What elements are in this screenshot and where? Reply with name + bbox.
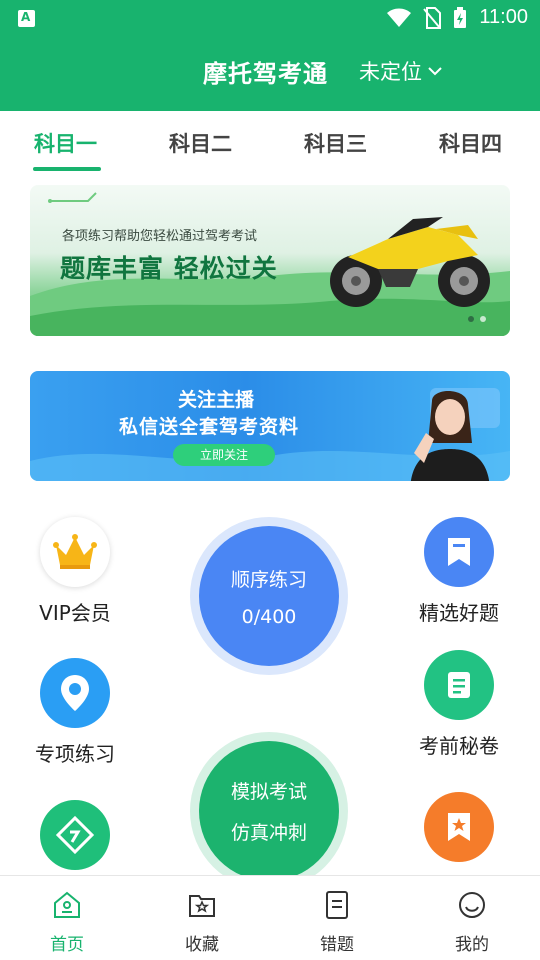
nav-favorites[interactable]: 收藏 bbox=[162, 890, 242, 955]
secret-paper-feature[interactable]: 考前秘卷 bbox=[384, 650, 534, 759]
mock-exam-subtitle: 仿真冲刺 bbox=[230, 822, 307, 844]
mock-exam-title: 模拟考试 bbox=[230, 781, 307, 803]
banner-line-1: 关注主播 bbox=[178, 389, 255, 411]
banner-subtitle: 各项练习帮助您轻松通过驾考考试 bbox=[62, 229, 258, 244]
mock-exam-button[interactable]: 模拟考试 仿真冲刺 bbox=[199, 741, 339, 881]
tab-subject-4[interactable]: 科目四 bbox=[439, 128, 502, 158]
crown-icon bbox=[40, 517, 110, 587]
decorative-line bbox=[48, 192, 97, 203]
app-header: 11:00 摩托驾考通 未定位 bbox=[0, 0, 540, 111]
location-selector[interactable]: 未定位 bbox=[359, 56, 442, 86]
nav-wrong-questions[interactable]: 错题 bbox=[297, 890, 377, 955]
nav-favorites-label: 收藏 bbox=[185, 935, 219, 955]
follow-button[interactable]: 立即关注 bbox=[173, 444, 275, 466]
sequential-practice-ring: 顺序练习 0/400 bbox=[190, 517, 348, 675]
status-bar: 11:00 bbox=[0, 0, 540, 36]
follow-streamer-banner[interactable]: 关注主播 私信送全套驾考资料 立即关注 bbox=[30, 371, 510, 481]
location-pin-icon bbox=[40, 658, 110, 728]
star-bookmark-icon bbox=[424, 792, 494, 862]
tab-subject-2[interactable]: 科目二 bbox=[169, 128, 232, 158]
bookmark-icon bbox=[424, 517, 494, 587]
road-sign-feature[interactable] bbox=[0, 800, 150, 870]
nav-wrong-label: 错题 bbox=[320, 935, 354, 955]
mock-exam-ring: 模拟考试 仿真冲刺 bbox=[190, 732, 348, 890]
page-title: 摩托驾考通 bbox=[203, 60, 328, 88]
selected-questions-label: 精选好题 bbox=[419, 601, 499, 625]
road-sign-icon bbox=[40, 800, 110, 870]
location-label: 未定位 bbox=[359, 60, 422, 84]
subject-tabs: 科目一 科目二 科目三 科目四 bbox=[0, 111, 540, 176]
nav-profile-label: 我的 bbox=[455, 935, 489, 955]
battery-icon bbox=[454, 6, 467, 28]
vip-label: VIP会员 bbox=[39, 601, 111, 625]
bottom-navigation: 首页 收藏 错题 我的 bbox=[0, 875, 540, 960]
chevron-down-icon bbox=[428, 67, 442, 76]
tab-subject-1[interactable]: 科目一 bbox=[34, 128, 97, 158]
tab-subject-3[interactable]: 科目三 bbox=[304, 128, 367, 158]
vip-feature[interactable]: VIP会员 bbox=[0, 517, 150, 626]
nav-home-label: 首页 bbox=[50, 935, 84, 955]
secret-paper-label: 考前秘卷 bbox=[419, 734, 499, 758]
tab-indicator bbox=[33, 167, 101, 171]
banner-line-2: 私信送全套驾考资料 bbox=[119, 416, 300, 438]
nav-home[interactable]: 首页 bbox=[27, 890, 107, 955]
folder-star-icon bbox=[189, 895, 215, 917]
carousel-dots bbox=[468, 316, 486, 322]
promo-banner-carousel[interactable]: 各项练习帮助您轻松通过驾考考试 题库丰富 轻松过关 bbox=[30, 185, 510, 336]
nav-profile[interactable]: 我的 bbox=[432, 890, 512, 955]
scroll-icon bbox=[424, 650, 494, 720]
no-sim-icon bbox=[423, 6, 442, 29]
banner-headline: 题库丰富 轻松过关 bbox=[60, 254, 278, 283]
special-practice-label: 专项练习 bbox=[35, 742, 115, 766]
sequential-practice-title: 顺序练习 bbox=[230, 568, 307, 591]
favorite-bookmark-feature[interactable] bbox=[384, 792, 534, 862]
document-icon bbox=[326, 891, 348, 919]
app-notification-icon bbox=[18, 10, 35, 27]
home-icon bbox=[54, 891, 80, 918]
sequential-practice-button[interactable]: 顺序练习 0/400 bbox=[199, 526, 339, 666]
status-time: 11:00 bbox=[479, 6, 528, 28]
wifi-icon bbox=[387, 8, 412, 27]
special-practice-feature[interactable]: 专项练习 bbox=[0, 658, 150, 767]
streamer-avatar-illustration bbox=[410, 388, 500, 481]
selected-questions-feature[interactable]: 精选好题 bbox=[384, 517, 534, 626]
smile-icon bbox=[459, 892, 485, 918]
sequential-practice-progress: 0/400 bbox=[241, 605, 297, 628]
motorcycle-illustration bbox=[330, 217, 490, 307]
